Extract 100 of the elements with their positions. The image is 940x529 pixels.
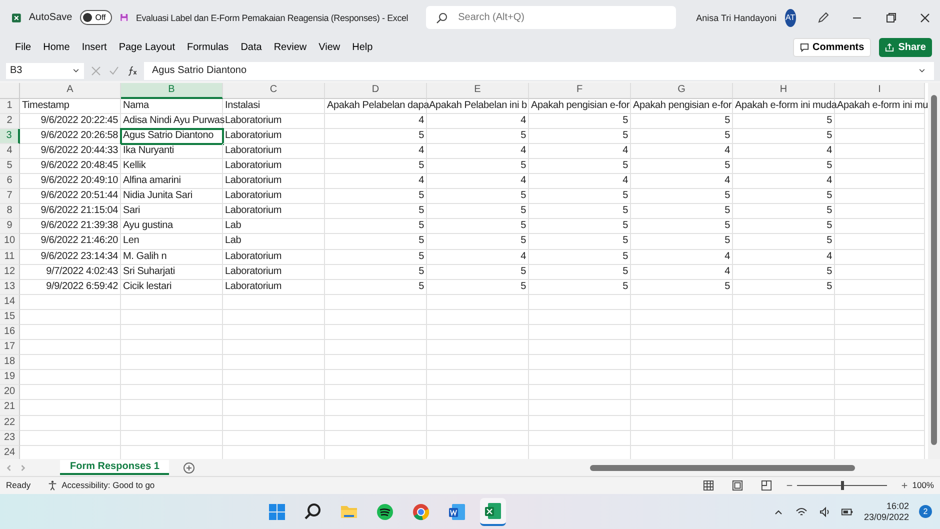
table-cell[interactable]: 5 [631, 204, 733, 220]
table-cell[interactable]: 4 [325, 144, 427, 159]
table-cell[interactable]: 5 [733, 234, 835, 250]
row-header[interactable]: 4 [0, 144, 20, 159]
sheet-tab[interactable]: Form Responses 1 [60, 460, 170, 476]
excel-app-icon[interactable] [480, 498, 506, 526]
table-cell[interactable]: 5 [427, 204, 529, 220]
table-cell[interactable]: Len [121, 234, 223, 250]
table-cell[interactable]: 5 [631, 234, 733, 250]
table-cell[interactable]: 5 [325, 128, 427, 144]
table-cell[interactable] [733, 400, 835, 416]
table-cell[interactable] [20, 400, 121, 416]
table-cell[interactable]: 5 [529, 114, 631, 129]
table-cell[interactable] [20, 355, 121, 370]
ribbon-tab[interactable]: Help [347, 40, 378, 56]
table-cell[interactable] [529, 324, 631, 340]
column-header[interactable]: G [631, 83, 733, 99]
table-cell[interactable]: 4 [733, 174, 835, 190]
table-cell[interactable] [835, 158, 925, 174]
table-cell[interactable] [427, 310, 529, 325]
table-cell[interactable]: Laboratorium [223, 174, 325, 190]
table-cell[interactable] [631, 324, 733, 340]
table-cell[interactable]: 5 [325, 250, 427, 265]
table-cell[interactable] [529, 370, 631, 386]
pen-icon[interactable] [816, 10, 830, 25]
table-cell[interactable] [835, 324, 925, 340]
table-cell[interactable] [835, 385, 925, 400]
table-cell[interactable]: Sari [121, 204, 223, 220]
formula-field[interactable]: Agus Satrio Diantono [144, 62, 934, 80]
table-cell[interactable] [529, 310, 631, 325]
table-cell[interactable]: Nidia Junita Sari [121, 189, 223, 204]
table-cell[interactable]: 5 [529, 234, 631, 250]
table-cell[interactable] [20, 294, 121, 310]
column-header[interactable]: E [427, 83, 529, 99]
row-header[interactable]: 19 [0, 370, 20, 386]
table-cell[interactable]: 4 [427, 144, 529, 159]
normal-view-icon[interactable] [703, 480, 714, 491]
table-cell[interactable] [427, 416, 529, 431]
table-cell[interactable]: 9/6/2022 20:49:10 [20, 174, 121, 190]
row-header[interactable]: 2 [0, 114, 20, 129]
table-cell[interactable] [835, 219, 925, 234]
table-cell[interactable] [223, 294, 325, 310]
wifi-icon[interactable] [794, 506, 808, 518]
close-icon[interactable] [918, 10, 932, 25]
row-header[interactable]: 13 [0, 280, 20, 295]
table-cell[interactable]: 5 [529, 264, 631, 280]
table-cell[interactable] [631, 310, 733, 325]
table-cell[interactable] [631, 385, 733, 400]
table-cell[interactable]: 5 [325, 264, 427, 280]
table-cell[interactable] [121, 324, 223, 340]
table-cell[interactable] [223, 416, 325, 431]
table-cell[interactable]: 4 [529, 144, 631, 159]
table-cell[interactable] [631, 370, 733, 386]
table-cell[interactable] [427, 355, 529, 370]
table-cell[interactable] [20, 340, 121, 356]
table-cell[interactable]: Laboratorium [223, 144, 325, 159]
column-header[interactable]: B [121, 83, 223, 99]
row-header[interactable]: 15 [0, 310, 20, 325]
table-cell[interactable]: Kellik [121, 158, 223, 174]
row-header[interactable]: 23 [0, 430, 20, 446]
column-header[interactable]: F [529, 83, 631, 99]
table-cell[interactable] [835, 310, 925, 325]
table-cell[interactable]: 5 [733, 128, 835, 144]
table-cell[interactable]: 5 [631, 189, 733, 204]
row-header[interactable]: 14 [0, 294, 20, 310]
table-cell[interactable] [223, 430, 325, 446]
table-cell[interactable]: 4 [631, 174, 733, 190]
table-cell[interactable] [733, 370, 835, 386]
table-cell[interactable] [733, 430, 835, 446]
table-cell[interactable] [733, 294, 835, 310]
table-cell[interactable]: 5 [529, 189, 631, 204]
table-cell[interactable]: 9/6/2022 23:14:34 [20, 250, 121, 265]
ribbon-tab[interactable]: Data [236, 40, 267, 56]
table-cell[interactable] [733, 385, 835, 400]
table-cell[interactable]: Instalasi [223, 98, 325, 114]
table-cell[interactable]: 4 [325, 174, 427, 190]
table-cell[interactable]: 9/6/2022 20:48:45 [20, 158, 121, 174]
table-cell[interactable] [631, 416, 733, 431]
table-cell[interactable] [529, 416, 631, 431]
table-cell[interactable] [835, 114, 925, 129]
table-cell[interactable] [325, 430, 427, 446]
table-cell[interactable]: Apakah e-form ini muda [733, 98, 835, 114]
table-cell[interactable]: 5 [631, 219, 733, 234]
table-cell[interactable]: Laboratorium [223, 250, 325, 265]
table-cell[interactable] [835, 370, 925, 386]
table-cell[interactable]: 5 [325, 219, 427, 234]
column-header[interactable]: A [20, 83, 121, 99]
table-cell[interactable] [223, 310, 325, 325]
table-cell[interactable] [325, 400, 427, 416]
table-cell[interactable]: 9/6/2022 21:46:20 [20, 234, 121, 250]
table-cell[interactable]: 4 [529, 174, 631, 190]
table-cell[interactable]: Apakah Pelabelan dapa [325, 98, 427, 114]
table-cell[interactable]: 4 [427, 174, 529, 190]
table-cell[interactable] [325, 370, 427, 386]
column-header[interactable]: C [223, 83, 325, 99]
table-cell[interactable] [427, 400, 529, 416]
table-cell[interactable] [223, 340, 325, 356]
column-header[interactable]: D [325, 83, 427, 99]
table-cell[interactable] [835, 204, 925, 220]
table-cell[interactable] [223, 355, 325, 370]
